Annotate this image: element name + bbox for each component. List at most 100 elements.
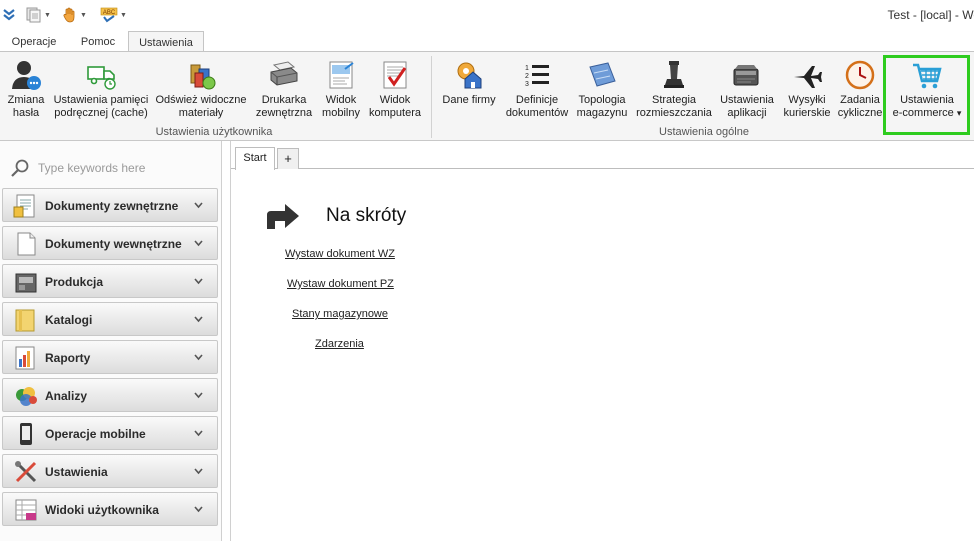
chevron-down-icon — [194, 506, 203, 513]
search-icon — [11, 159, 29, 177]
computer-view-label: Widok komputera — [369, 94, 421, 119]
tab-operacje[interactable]: Operacje — [3, 34, 65, 52]
ecommerce-highlight-box — [883, 55, 970, 135]
cyclic-tasks-button[interactable]: Zadania cykliczne — [836, 52, 884, 126]
sidebar-item-raporty[interactable]: Raporty — [2, 340, 218, 374]
ribbon-group-separator — [431, 56, 432, 138]
link-wystaw-dokument-pz[interactable]: Wystaw dokument PZ — [287, 278, 394, 290]
quick-access-documents-button[interactable]: ▼ — [26, 6, 51, 24]
sidebar: Type keywords here Dokumenty zewnętrzne … — [0, 141, 222, 541]
chevron-down-icon — [194, 316, 203, 323]
sidebar-item-label: Produkcja — [45, 275, 104, 289]
reports-chart-icon — [15, 346, 35, 370]
svg-text:2: 2 — [525, 73, 529, 80]
warehouse-topology-label: Topologia magazynu — [576, 94, 628, 119]
chess-piece-icon — [664, 61, 684, 88]
sidebar-item-produkcja[interactable]: Produkcja — [2, 264, 218, 298]
internal-documents-icon — [17, 232, 36, 256]
ribbon-tabs: Operacje Pomoc Ustawienia — [0, 30, 974, 53]
svg-text:3: 3 — [525, 81, 529, 88]
chevron-down-icon — [194, 202, 203, 209]
mobile-view-icon — [329, 61, 354, 89]
mobile-view-label: Widok mobilny — [322, 94, 360, 119]
document-tabs: Start + — [231, 147, 974, 170]
company-house-icon — [457, 62, 482, 89]
numbered-list-icon: 1 2 3 — [525, 65, 549, 88]
shortcuts-title: Na skróty — [326, 205, 407, 226]
user-password-icon — [12, 61, 41, 90]
settings-tools-icon — [15, 461, 37, 483]
link-zdarzenia[interactable]: Zdarzenia — [315, 338, 364, 350]
app-settings-label: Ustawienia aplikacji — [720, 94, 774, 119]
external-documents-icon — [13, 194, 35, 218]
ribbon: Zmiana hasła Ustawienia pamięci podręczn… — [0, 51, 974, 141]
courier-shipments-button[interactable]: Wysyłki kurierskie — [782, 52, 832, 126]
document-stack-icon — [26, 7, 41, 23]
sidebar-item-label: Operacje mobilne — [45, 427, 146, 441]
sidebar-item-label: Katalogi — [45, 313, 93, 327]
sidebar-item-dokumenty-zewnetrzne[interactable]: Dokumenty zewnętrzne — [2, 188, 218, 222]
sidebar-item-widoki-uzytkownika[interactable]: Widoki użytkownika — [2, 492, 218, 526]
quick-access-spellcheck-button[interactable]: ABC ▼ — [100, 6, 127, 24]
sidebar-item-label: Dokumenty zewnętrzne — [45, 199, 179, 213]
add-tab-button[interactable]: + — [277, 148, 299, 169]
placement-strategy-button[interactable]: Strategia rozmieszczania — [636, 52, 712, 126]
computer-view-button[interactable]: Widok komputera — [368, 52, 422, 126]
analysis-icon — [16, 387, 37, 406]
link-stany-magazynowe[interactable]: Stany magazynowe — [292, 308, 388, 320]
sidebar-item-label: Ustawienia — [45, 465, 108, 479]
document-definitions-button[interactable]: 1 2 3 Definicje dokumentów — [504, 52, 570, 126]
tab-ustawienia[interactable]: Ustawienia — [128, 31, 204, 53]
cyclic-tasks-label: Zadania cykliczne — [837, 94, 883, 119]
warehouse-map-icon — [589, 62, 616, 87]
chevron-down-icon — [194, 240, 203, 247]
quick-access-menu-button[interactable] — [2, 6, 16, 24]
printer-icon — [270, 61, 298, 86]
refresh-materials-label: Odśwież widoczne materiały — [155, 94, 247, 119]
sidebar-item-operacje-mobilne[interactable]: Operacje mobilne — [2, 416, 218, 450]
production-icon — [15, 273, 37, 293]
title-bar: ▼ ▼ ABC ▼ Test - [local] - We — [0, 0, 974, 30]
sidebar-item-katalogi[interactable]: Katalogi — [2, 302, 218, 336]
tab-start[interactable]: Start — [235, 147, 275, 170]
hand-icon — [63, 7, 75, 23]
svg-text:1: 1 — [525, 65, 529, 72]
sidebar-item-analizy[interactable]: Analizy — [2, 378, 218, 412]
warehouse-topology-button[interactable]: Topologia magazynu — [574, 52, 630, 126]
spellcheck-text: ABC — [103, 10, 116, 16]
placement-strategy-label: Strategia rozmieszczania — [636, 94, 712, 119]
app-settings-button[interactable]: Ustawienia aplikacji — [716, 52, 778, 126]
sidebar-item-label: Analizy — [45, 389, 88, 403]
tab-pomoc[interactable]: Pomoc — [70, 34, 126, 52]
company-data-button[interactable]: Dane firmy — [440, 52, 498, 126]
sidebar-item-label: Raporty — [45, 351, 91, 365]
change-password-label: Zmiana hasła — [7, 94, 45, 119]
document-definitions-label: Definicje dokumentów — [505, 94, 569, 119]
chevron-down-icon: ▼ — [80, 11, 87, 19]
search-placeholder: Type keywords here — [38, 161, 146, 175]
airplane-icon — [794, 66, 822, 88]
sidebar-item-dokumenty-wewnetrzne[interactable]: Dokumenty wewnętrzne — [2, 226, 218, 260]
courier-shipments-label: Wysyłki kurierskie — [783, 94, 831, 119]
chevron-down-icon — [194, 278, 203, 285]
search-input[interactable]: Type keywords here — [10, 157, 210, 179]
external-printer-button[interactable]: Drukarka zewnętrzna — [254, 52, 314, 126]
chevron-down-icon — [194, 468, 203, 475]
external-printer-label: Drukarka zewnętrzna — [255, 94, 313, 119]
cache-settings-button[interactable]: Ustawienia pamięci podręcznej (cache) — [54, 52, 148, 126]
chevron-down-icon — [194, 430, 203, 437]
chevron-down-icon: ▼ — [120, 11, 127, 19]
refresh-materials-icon — [190, 64, 216, 90]
change-password-button[interactable]: Zmiana hasła — [4, 52, 48, 126]
refresh-materials-button[interactable]: Odśwież widoczne materiały — [155, 52, 247, 126]
main-content: Start + Na skróty Wystaw dokument WZ Wys… — [230, 141, 974, 541]
company-data-label: Dane firmy — [442, 94, 496, 106]
chevron-down-icon — [194, 392, 203, 399]
mobile-view-button[interactable]: Widok mobilny — [320, 52, 362, 126]
quick-access-hand-button[interactable]: ▼ — [62, 6, 87, 24]
app-settings-icon — [733, 65, 759, 86]
sidebar-item-ustawienia[interactable]: Ustawienia — [2, 454, 218, 488]
chevron-down-icon: ▼ — [44, 11, 51, 19]
link-wystaw-dokument-wz[interactable]: Wystaw dokument WZ — [285, 248, 395, 260]
spellcheck-icon: ABC — [100, 7, 118, 23]
